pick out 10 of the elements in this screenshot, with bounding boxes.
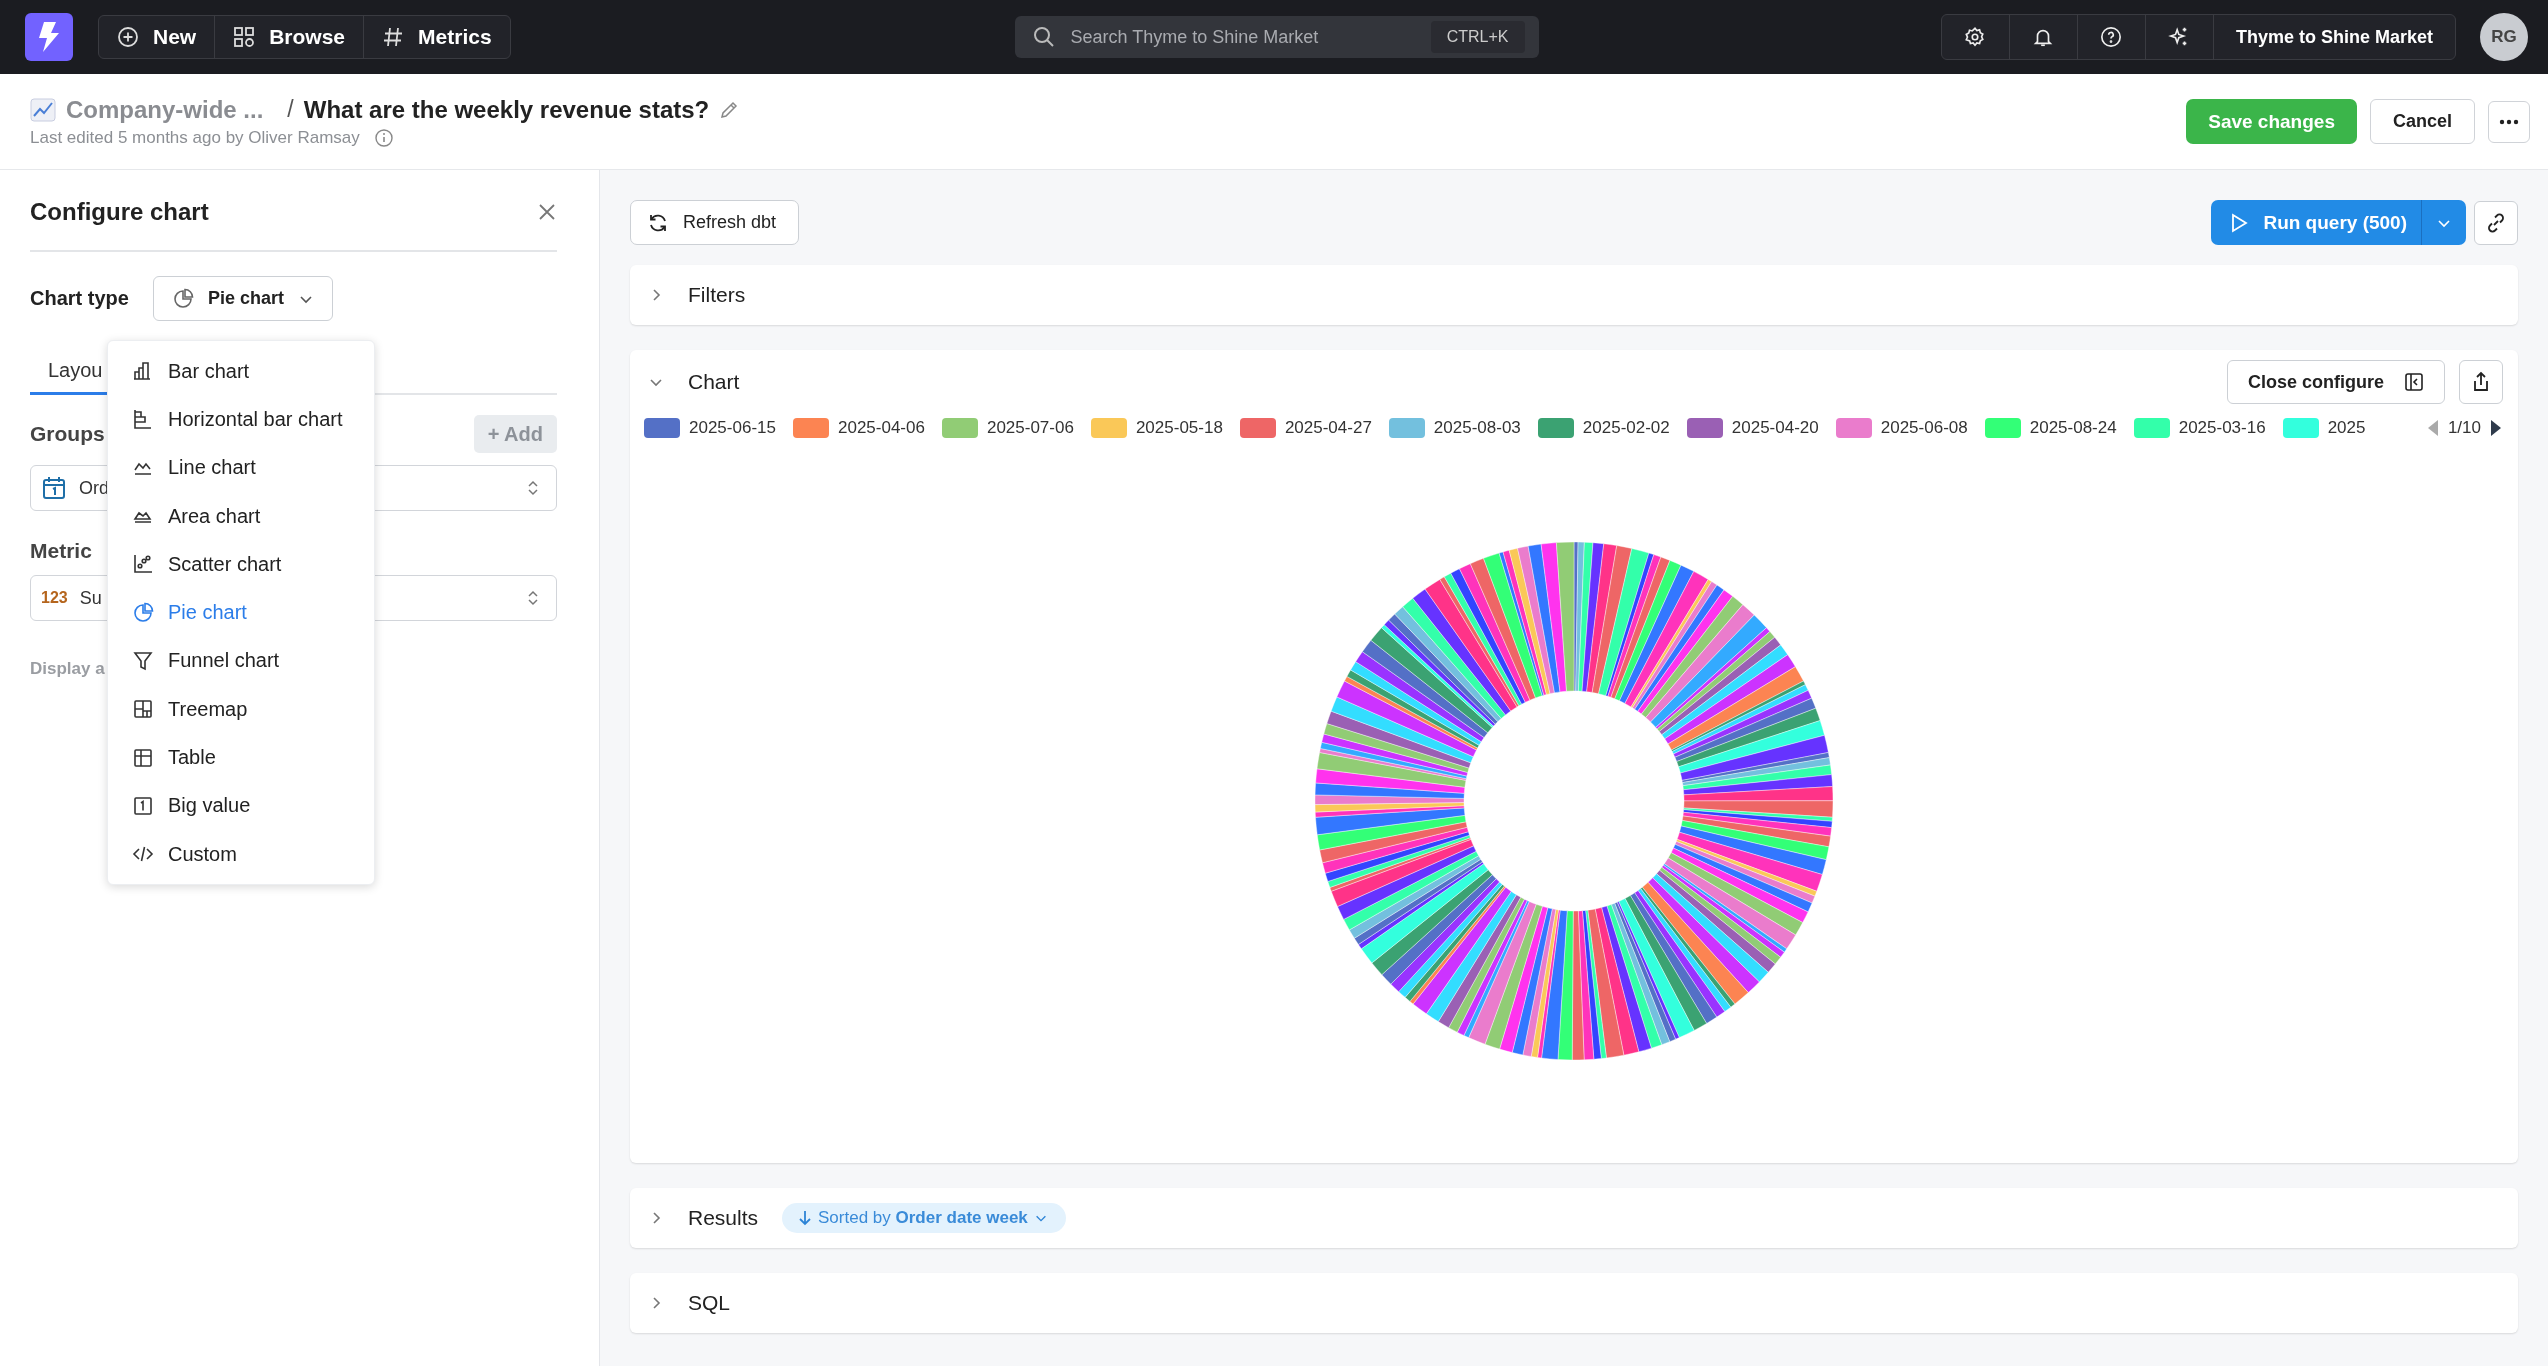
legend-page: 1/10 — [2447, 418, 2481, 438]
page-title: What are the weekly revenue stats? — [303, 95, 710, 124]
shortcut-hint: CTRL+K — [1430, 21, 1525, 53]
groups-label: Groups — [30, 422, 105, 446]
panel-title: Configure chart — [30, 198, 209, 226]
breadcrumb-separator: / — [287, 96, 294, 123]
chart-type-label: Chart type — [30, 287, 129, 310]
metric-label: Metric — [30, 539, 93, 563]
last-edited-text: Last edited 5 months ago by Oliver Ramsay — [30, 127, 360, 148]
display-as-label: Display a — [30, 659, 105, 678]
